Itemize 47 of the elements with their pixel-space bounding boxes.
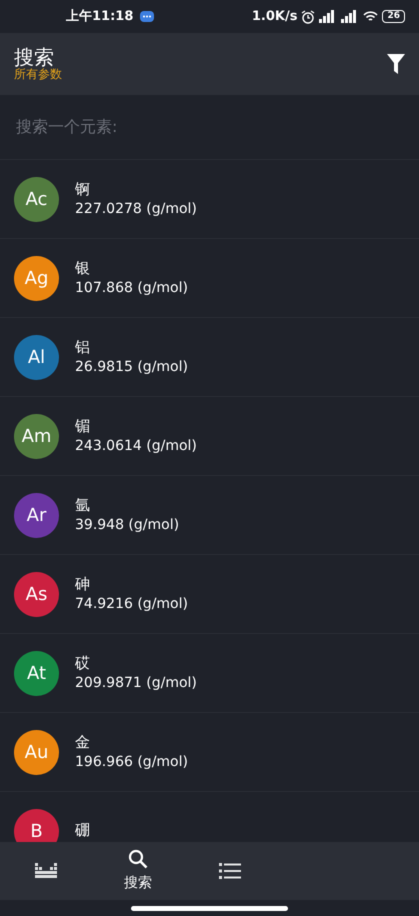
element-symbol: Ar	[14, 492, 59, 538]
message-icon	[139, 10, 156, 24]
element-name: 氩	[75, 496, 91, 516]
element-row[interactable]: Al 铝 26.9815 (g/mol)	[0, 318, 419, 397]
screen-subtitle: 所有参数	[14, 68, 62, 82]
element-name: 砹	[75, 654, 91, 674]
atomic-mass: 26.9815 (g/mol)	[75, 358, 188, 376]
element-row[interactable]: Ac 锕 227.0278 (g/mol)	[0, 160, 419, 239]
network-speed: 1.0K/s	[252, 8, 298, 26]
element-symbol: At	[14, 650, 59, 696]
element-name: 镅	[75, 417, 91, 437]
atomic-mass: 39.948 (g/mol)	[75, 516, 180, 534]
atomic-mass: 74.9216 (g/mol)	[75, 594, 188, 613]
element-symbol: As	[14, 572, 59, 616]
status-time: 上午11:18	[66, 8, 134, 26]
element-row[interactable]: Ar 氩 39.948 (g/mol)	[0, 476, 419, 555]
element-row[interactable]: Am 镅 243.0614 (g/mol)	[0, 397, 419, 476]
element-name: 砷	[75, 575, 91, 595]
search-icon	[128, 848, 148, 868]
grid-icon	[35, 863, 57, 879]
alarm-icon	[301, 10, 316, 24]
atomic-mass: 227.0278 (g/mol)	[75, 200, 197, 218]
element-symbol: Au	[14, 730, 59, 774]
element-name: 银	[75, 259, 91, 279]
element-name: 锕	[75, 180, 91, 200]
element-symbol: Am	[14, 414, 59, 458]
element-row[interactable]: Ag 银 107.868 (g/mol)	[0, 239, 419, 318]
wifi-icon	[363, 10, 378, 23]
atomic-mass: 107.868 (g/mol)	[75, 278, 188, 297]
element-symbol: B	[14, 808, 59, 842]
battery-icon: 26	[382, 10, 405, 23]
element-symbol: Al	[14, 334, 59, 380]
element-row[interactable]: Au 金 196.966 (g/mol)	[0, 713, 419, 792]
atomic-mass: 196.966 (g/mol)	[75, 752, 188, 771]
element-symbol: Ag	[14, 256, 59, 300]
atomic-mass: 209.9871 (g/mol)	[75, 674, 197, 692]
element-name: 金	[75, 733, 91, 753]
element-row[interactable]: As 砷 74.9216 (g/mol)	[0, 555, 419, 634]
search-field[interactable]: 搜索一个元素:	[14, 114, 405, 140]
list-icon	[219, 863, 241, 879]
screen-title: 搜索	[14, 46, 54, 68]
element-row[interactable]: At 砹 209.9871 (g/mol)	[0, 634, 419, 713]
atomic-mass: 243.0614 (g/mol)	[75, 436, 197, 455]
element-name: 铝	[75, 338, 91, 358]
element-name: 硼	[75, 821, 90, 841]
element-symbol: Ac	[14, 176, 59, 222]
filter-button[interactable]	[387, 54, 405, 74]
